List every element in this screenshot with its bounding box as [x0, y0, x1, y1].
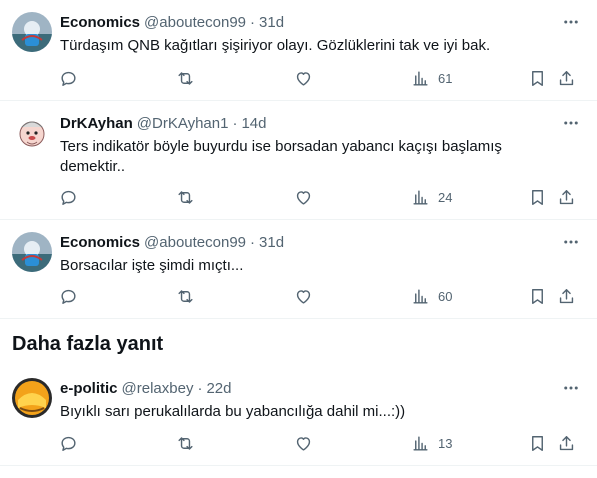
reply-tweet-4[interactable]: e-politic @relaxbey · 22d Bıyıklı sarı p… — [0, 366, 597, 466]
avatar[interactable] — [12, 232, 52, 272]
timestamp[interactable]: 14d — [241, 115, 266, 132]
author-handle[interactable]: @aboutecon99 — [144, 234, 246, 251]
analytics-icon — [413, 435, 428, 451]
avatar[interactable] — [12, 12, 52, 52]
like-button[interactable] — [294, 282, 313, 310]
tweet-actions: 13 — [52, 429, 587, 457]
timestamp[interactable]: 22d — [206, 380, 231, 397]
timestamp[interactable]: 31d — [259, 14, 284, 31]
retweet-button[interactable] — [176, 64, 195, 92]
like-button[interactable] — [294, 64, 313, 92]
economics-avatar-image — [12, 232, 52, 272]
e-politic-avatar-image — [12, 378, 52, 418]
reply-icon — [61, 71, 76, 86]
heart-icon — [296, 436, 311, 451]
reply-button[interactable] — [59, 282, 78, 310]
economics-avatar-image — [12, 12, 52, 52]
analytics-icon — [413, 70, 428, 86]
share-button[interactable] — [557, 64, 576, 92]
timestamp[interactable]: 31d — [259, 234, 284, 251]
reply-tweet-3[interactable]: Economics @aboutecon99 · 31d Borsacılar … — [0, 220, 597, 319]
cartoon-avatar-image — [12, 113, 52, 153]
tweet-text: Türdaşım QNB kağıtları şişiriyor olayı. … — [60, 37, 491, 54]
reply-button[interactable] — [59, 183, 78, 211]
author-handle[interactable]: @DrKAyhan1 — [137, 115, 229, 132]
reply-icon — [61, 436, 76, 451]
share-button[interactable] — [557, 183, 576, 211]
view-count: 61 — [438, 70, 453, 86]
more-options-icon[interactable] — [561, 12, 581, 32]
heart-icon — [296, 71, 311, 86]
tweet-actions: 24 — [52, 183, 587, 211]
bookmark-button[interactable] — [528, 64, 547, 92]
author-name[interactable]: DrKAyhan — [60, 115, 133, 132]
bookmark-button[interactable] — [528, 282, 547, 310]
author-name[interactable]: Economics — [60, 234, 140, 251]
view-count: 60 — [438, 288, 453, 304]
retweet-icon — [178, 190, 193, 204]
separator-dot: · — [232, 114, 238, 132]
separator-dot: · — [250, 13, 256, 31]
author-handle[interactable]: @aboutecon99 — [144, 14, 246, 31]
bookmark-icon — [532, 70, 543, 86]
reply-button[interactable] — [59, 64, 78, 92]
author-handle[interactable]: @relaxbey — [122, 380, 194, 397]
more-options-icon[interactable] — [561, 232, 581, 252]
share-icon — [559, 288, 574, 303]
views-button[interactable]: 24 — [411, 183, 452, 211]
reply-tweet-1[interactable]: Economics @aboutecon99 · 31d Türdaşım QN… — [0, 0, 597, 101]
share-icon — [559, 189, 574, 204]
reply-button[interactable] — [59, 429, 78, 457]
bookmark-icon — [532, 189, 543, 205]
like-button[interactable] — [294, 183, 313, 211]
retweet-icon — [178, 436, 193, 450]
bookmark-button[interactable] — [528, 183, 547, 211]
views-button[interactable]: 61 — [411, 64, 452, 92]
bookmark-button[interactable] — [528, 429, 547, 457]
separator-dot: · — [250, 233, 256, 251]
tweet-text: Borsacılar işte şimdi mıçtı... — [60, 257, 244, 274]
avatar[interactable] — [12, 378, 52, 418]
share-button[interactable] — [557, 282, 576, 310]
reply-icon — [61, 190, 76, 205]
share-button[interactable] — [557, 429, 576, 457]
more-options-icon[interactable] — [561, 378, 581, 398]
heart-icon — [296, 289, 311, 304]
more-options-icon[interactable] — [561, 113, 581, 133]
bookmark-icon — [532, 435, 543, 451]
retweet-icon — [178, 71, 193, 85]
separator-dot: · — [197, 379, 203, 397]
retweet-button[interactable] — [176, 282, 195, 310]
view-count: 24 — [438, 189, 453, 205]
tweet-text: Ters indikatör böyle buyurdu ise borsada… — [60, 138, 502, 175]
retweet-button[interactable] — [176, 429, 195, 457]
reply-icon — [61, 289, 76, 304]
author-name[interactable]: e-politic — [60, 380, 118, 397]
views-button[interactable]: 13 — [411, 429, 452, 457]
view-count: 13 — [438, 435, 453, 451]
like-button[interactable] — [294, 429, 313, 457]
views-button[interactable]: 60 — [411, 282, 452, 310]
tweet-text: Bıyıklı sarı perukalılarda bu yabancılığ… — [60, 403, 406, 420]
more-replies-heading: Daha fazla yanıt — [12, 333, 164, 355]
reply-tweet-2[interactable]: DrKAyhan @DrKAyhan1 · 14d Ters indikatör… — [0, 101, 597, 220]
retweet-button[interactable] — [176, 183, 195, 211]
author-name[interactable]: Economics — [60, 14, 140, 31]
analytics-icon — [413, 288, 428, 304]
share-icon — [559, 435, 574, 450]
heart-icon — [296, 190, 311, 205]
bookmark-icon — [532, 288, 543, 304]
tweet-actions: 61 — [52, 64, 587, 92]
avatar[interactable] — [12, 113, 52, 153]
retweet-icon — [178, 289, 193, 303]
analytics-icon — [413, 189, 428, 205]
share-icon — [559, 70, 574, 85]
tweet-actions: 60 — [52, 282, 587, 310]
